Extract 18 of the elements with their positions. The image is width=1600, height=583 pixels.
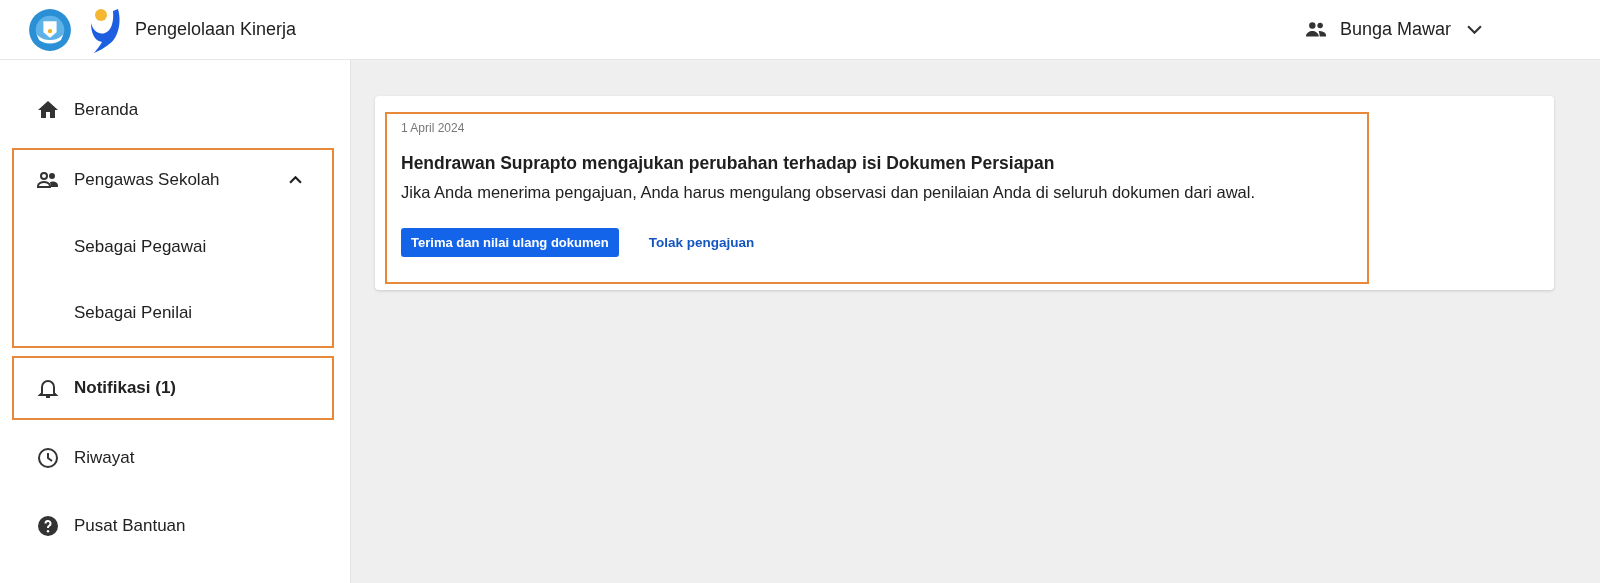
sidebar-item[interactable]: Riwayat — [12, 428, 334, 488]
sidebar-subitem[interactable]: Sebagai Penilai — [14, 280, 332, 346]
chevron-down-icon — [1467, 25, 1482, 34]
sidebar-item[interactable]: Notifikasi (1) — [14, 358, 332, 418]
sidebar-subitem[interactable]: Sebagai Pegawai — [14, 214, 332, 280]
sidebar-item[interactable]: Pusat Bantuan — [12, 496, 334, 556]
notification-message: Jika Anda menerima pengajuan, Anda harus mengulang observasi dan penilaian Anda di seluruh dokumen dari awal. — [401, 183, 1256, 202]
clock-icon — [36, 446, 60, 470]
notification-date: 1 April 2024 — [401, 121, 466, 135]
notification-title: Hendrawan Suprapto mengajukan perubahan terhadap isi Dokumen Persiapan — [401, 153, 1056, 174]
accept-button[interactable]: Terima dan nilai ulang dokumen — [401, 228, 619, 257]
help-icon — [36, 514, 60, 538]
reject-link[interactable]: Tolak pengajuan — [648, 231, 755, 254]
sidebar-item[interactable]: Beranda — [12, 80, 334, 140]
sidebar-item[interactable]: Pengawas Sekolah — [14, 150, 332, 210]
emblem-logo — [28, 7, 72, 52]
user-menu[interactable]: Bunga Mawar — [1297, 14, 1488, 45]
app-title: Pengelolaan Kinerja — [135, 19, 297, 40]
